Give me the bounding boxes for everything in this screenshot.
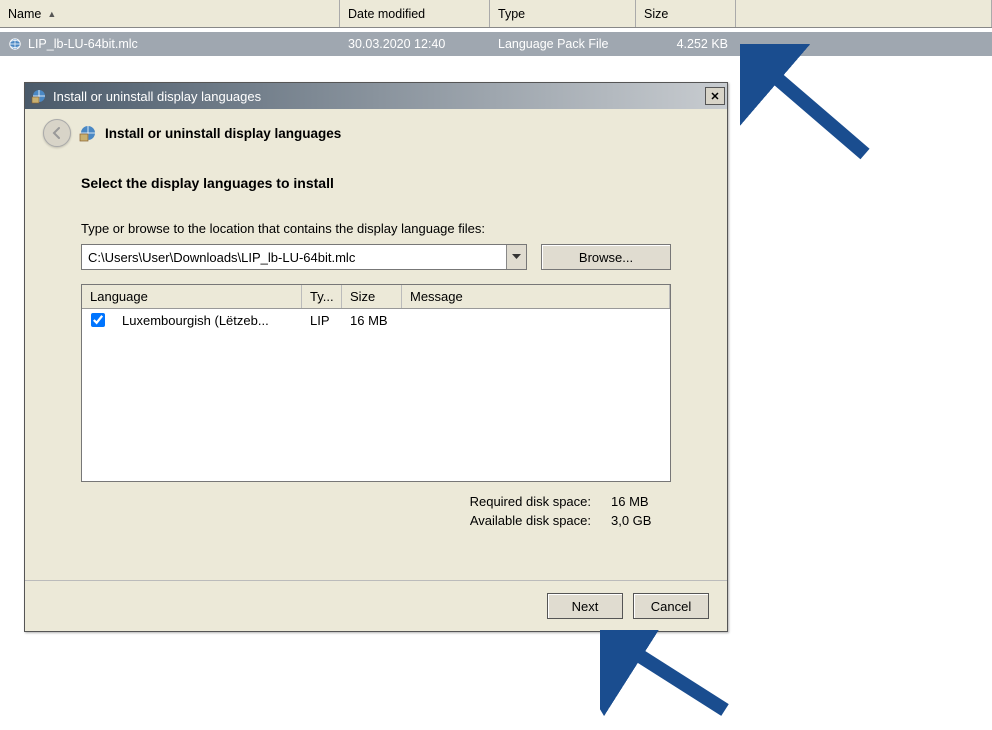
language-pack-icon [8, 37, 22, 51]
back-arrow-icon [50, 126, 64, 140]
dialog-titlebar-icon [31, 88, 47, 104]
column-header-name[interactable]: Name ▲ [0, 0, 340, 27]
language-type: LIP [302, 313, 342, 328]
browse-button[interactable]: Browse... [541, 244, 671, 270]
next-button[interactable]: Next [547, 593, 623, 619]
column-header-type-label: Type [498, 7, 525, 21]
disk-space-info: Required disk space: 16 MB Available dis… [81, 494, 671, 528]
annotation-arrow-bottom [600, 630, 750, 730]
th-type[interactable]: Ty... [302, 285, 342, 308]
back-button [43, 119, 71, 147]
th-size[interactable]: Size [342, 285, 402, 308]
column-header-type[interactable]: Type [490, 0, 636, 27]
sort-asc-icon: ▲ [47, 9, 56, 19]
column-header-size[interactable]: Size [636, 0, 736, 27]
install-languages-dialog: Install or uninstall display languages ✕… [24, 82, 728, 632]
th-message[interactable]: Message [402, 285, 670, 308]
required-space-value: 16 MB [611, 494, 671, 509]
column-header-date[interactable]: Date modified [340, 0, 490, 27]
cancel-button[interactable]: Cancel [633, 593, 709, 619]
column-header-date-label: Date modified [348, 7, 425, 21]
th-language[interactable]: Language [82, 285, 302, 308]
column-header-size-label: Size [644, 7, 668, 21]
available-space-value: 3,0 GB [611, 513, 671, 528]
dialog-titlebar[interactable]: Install or uninstall display languages ✕ [25, 83, 727, 109]
column-header-name-label: Name [8, 7, 41, 21]
language-size: 16 MB [342, 313, 402, 328]
sub-instruction: Type or browse to the location that cont… [81, 221, 671, 236]
path-dropdown-button[interactable] [506, 245, 526, 269]
file-date: 30.03.2020 12:40 [340, 37, 490, 51]
language-name: Luxembourgish (Lëtzeb... [114, 313, 302, 328]
annotation-arrow-top [740, 44, 890, 184]
path-combobox[interactable] [81, 244, 527, 270]
dialog-title: Install or uninstall display languages [53, 89, 705, 104]
close-icon: ✕ [710, 90, 719, 103]
column-header-extra [736, 0, 992, 27]
required-space-label: Required disk space: [470, 494, 591, 509]
dialog-header-icon [79, 124, 97, 142]
path-input[interactable] [82, 245, 506, 269]
file-name: LIP_lb-LU-64bit.mlc [28, 37, 138, 51]
available-space-label: Available disk space: [470, 513, 591, 528]
file-size: 4.252 KB [636, 37, 736, 51]
main-instruction: Select the display languages to install [81, 175, 671, 191]
language-checkbox[interactable] [91, 313, 105, 327]
language-row[interactable]: Luxembourgish (Lëtzeb... LIP 16 MB [82, 309, 670, 331]
close-button[interactable]: ✕ [705, 87, 725, 105]
chevron-down-icon [512, 254, 521, 260]
language-table: Language Ty... Size Message Luxembourgis… [81, 284, 671, 482]
dialog-header-title: Install or uninstall display languages [105, 126, 341, 141]
file-type: Language Pack File [490, 37, 636, 51]
explorer-columns-header: Name ▲ Date modified Type Size [0, 0, 992, 28]
